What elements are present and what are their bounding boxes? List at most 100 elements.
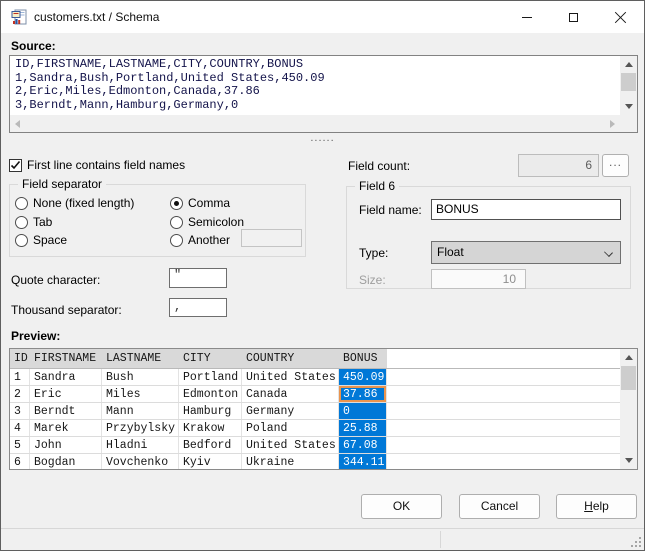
table-cell[interactable]: 2 — [10, 386, 30, 402]
radio-none-label[interactable]: None (fixed length) — [33, 196, 134, 210]
thousand-separator-label: Thousand separator: — [11, 303, 122, 317]
table-header-cell[interactable]: BONUS — [339, 349, 387, 368]
table-cell[interactable]: Edmonton — [179, 386, 242, 402]
table-cell[interactable]: United States — [242, 369, 339, 385]
table-header-cell[interactable]: COUNTRY — [242, 349, 339, 368]
scroll-up-icon[interactable] — [620, 56, 637, 73]
type-dropdown[interactable]: Float — [431, 241, 621, 264]
titlebar[interactable]: customers.txt / Schema — [1, 1, 644, 33]
table-cell[interactable]: Bogdan — [30, 454, 102, 469]
table-cell[interactable]: Germany — [242, 403, 339, 419]
table-cell[interactable]: 0 — [339, 403, 387, 419]
table-cell[interactable]: Hamburg — [179, 403, 242, 419]
table-cell[interactable]: Bedford — [179, 437, 242, 453]
radio-comma-label[interactable]: Comma — [188, 196, 230, 210]
scrollbar-corner — [620, 115, 637, 132]
table-cell[interactable]: 67.08 — [339, 437, 387, 453]
quote-character-input[interactable]: " — [169, 268, 227, 288]
radio-space[interactable]: Space — [15, 233, 67, 247]
table-cell[interactable]: 3 — [10, 403, 30, 419]
table-cell[interactable]: Sandra — [30, 369, 102, 385]
splitter-handle[interactable]: ...... — [1, 134, 644, 144]
maximize-button[interactable] — [550, 1, 597, 33]
radio-another-label[interactable]: Another — [188, 233, 230, 247]
table-cell[interactable]: Bush — [102, 369, 179, 385]
checkbox-checked-icon[interactable] — [9, 159, 22, 172]
table-row[interactable]: 1SandraBushPortlandUnited States450.09 — [10, 369, 620, 386]
scrollbar-thumb[interactable] — [621, 73, 636, 91]
table-cell[interactable]: 6 — [10, 454, 30, 469]
table-cell[interactable]: Eric — [30, 386, 102, 402]
table-cell[interactable]: 37.86 — [339, 386, 387, 402]
table-header-cell[interactable]: ID — [10, 349, 30, 368]
table-row[interactable]: 3BerndtMannHamburgGermany0 — [10, 403, 620, 420]
scroll-left-icon[interactable] — [15, 120, 20, 128]
table-cell[interactable]: Mann — [102, 403, 179, 419]
table-row[interactable]: 6BogdanVovchenkoKyivUkraine344.11 — [10, 454, 620, 469]
table-header-cell[interactable]: FIRSTNAME — [30, 349, 102, 368]
table-row[interactable]: 5JohnHladniBedfordUnited States67.08 — [10, 437, 620, 454]
scroll-down-icon[interactable] — [620, 452, 637, 469]
table-row[interactable]: 4MarekPrzybylskyKrakowPoland25.88 — [10, 420, 620, 437]
table-cell[interactable]: Vovchenko — [102, 454, 179, 469]
table-cell[interactable]: Miles — [102, 386, 179, 402]
table-cell[interactable]: Hladni — [102, 437, 179, 453]
table-cell[interactable]: Berndt — [30, 403, 102, 419]
resize-grip-icon[interactable] — [630, 536, 642, 548]
table-cell[interactable]: 344.11 — [339, 454, 387, 469]
table-header-cell[interactable]: CITY — [179, 349, 242, 368]
table-filler — [387, 437, 620, 453]
first-line-checkbox-label[interactable]: First line contains field names — [27, 158, 185, 172]
thousand-separator-input[interactable]: , — [169, 298, 227, 317]
table-cell[interactable]: United States — [242, 437, 339, 453]
table-cell[interactable]: Marek — [30, 420, 102, 436]
table-cell[interactable]: Ukraine — [242, 454, 339, 469]
table-header-cell[interactable]: LASTNAME — [102, 349, 179, 368]
field-separator-group-label: Field separator — [18, 177, 106, 191]
table-cell[interactable]: 4 — [10, 420, 30, 436]
table-cell[interactable]: 5 — [10, 437, 30, 453]
radio-semicolon-icon[interactable] — [170, 216, 183, 229]
table-cell[interactable]: Poland — [242, 420, 339, 436]
close-button[interactable] — [597, 1, 644, 33]
radio-tab-icon[interactable] — [15, 216, 28, 229]
preview-vertical-scrollbar[interactable] — [620, 349, 637, 469]
scrollbar-thumb[interactable] — [621, 366, 636, 390]
source-textarea[interactable]: ID,FIRSTNAME,LASTNAME,CITY,COUNTRY,BONUS… — [9, 55, 638, 133]
table-cell[interactable]: Portland — [179, 369, 242, 385]
radio-comma[interactable]: Comma — [170, 196, 230, 210]
radio-tab[interactable]: Tab — [15, 215, 52, 229]
ok-button[interactable]: OK — [361, 494, 442, 519]
scroll-right-icon[interactable] — [610, 120, 615, 128]
table-cell[interactable]: John — [30, 437, 102, 453]
radio-semicolon[interactable]: Semicolon — [170, 215, 244, 229]
source-vertical-scrollbar[interactable] — [620, 56, 637, 115]
table-cell[interactable]: Canada — [242, 386, 339, 402]
table-cell[interactable]: 25.88 — [339, 420, 387, 436]
table-cell[interactable]: 1 — [10, 369, 30, 385]
scroll-up-icon[interactable] — [620, 349, 637, 366]
radio-space-label[interactable]: Space — [33, 233, 67, 247]
radio-none-icon[interactable] — [15, 197, 28, 210]
table-cell[interactable]: Kyiv — [179, 454, 242, 469]
field-count-more-button[interactable]: ... — [602, 154, 629, 177]
radio-comma-selected-icon[interactable] — [170, 197, 183, 210]
table-cell[interactable]: 450.09 — [339, 369, 387, 385]
cancel-button[interactable]: Cancel — [459, 494, 540, 519]
preview-table[interactable]: IDFIRSTNAMELASTNAMECITYCOUNTRYBONUS1Sand… — [9, 348, 638, 470]
radio-none[interactable]: None (fixed length) — [15, 196, 134, 210]
table-row[interactable]: 2EricMilesEdmontonCanada37.86 — [10, 386, 620, 403]
table-cell[interactable]: Przybylsky — [102, 420, 179, 436]
radio-another-icon[interactable] — [170, 234, 183, 247]
field-name-input[interactable]: BONUS — [431, 199, 621, 220]
help-button[interactable]: Help — [556, 494, 637, 519]
source-horizontal-scrollbar[interactable] — [10, 115, 620, 132]
radio-tab-label[interactable]: Tab — [33, 215, 52, 229]
radio-another[interactable]: Another — [170, 233, 230, 247]
radio-semicolon-label[interactable]: Semicolon — [188, 215, 244, 229]
table-cell[interactable]: Krakow — [179, 420, 242, 436]
minimize-button[interactable] — [503, 1, 550, 33]
radio-space-icon[interactable] — [15, 234, 28, 247]
scroll-down-icon[interactable] — [620, 98, 637, 115]
first-line-checkbox[interactable]: First line contains field names — [9, 158, 185, 172]
